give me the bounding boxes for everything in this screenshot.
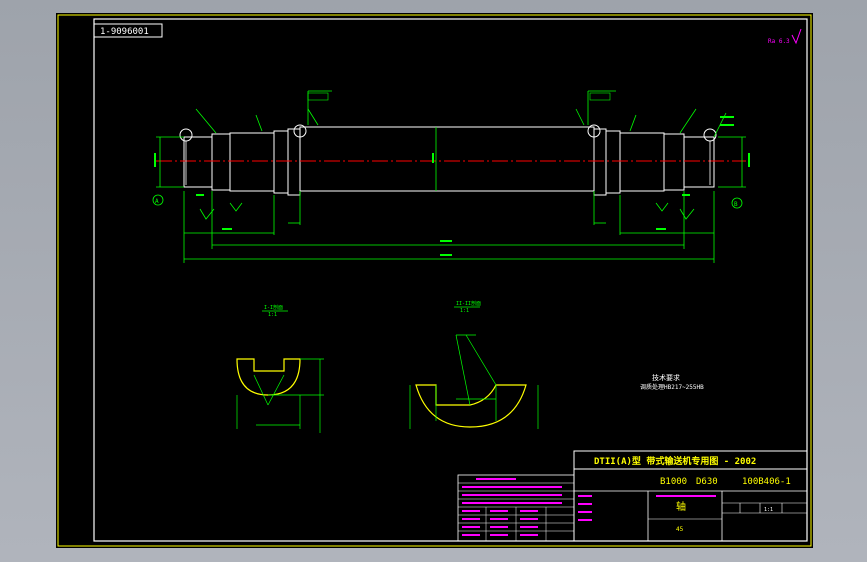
cad-viewport[interactable]: 1-9096001 Ra 6.3 A B I-I剖面 1:1 II-II剖面 1… bbox=[0, 0, 867, 562]
main-dim-marks bbox=[154, 92, 750, 256]
main-dimensions bbox=[156, 90, 746, 263]
drawing-sheet: 1-9096001 Ra 6.3 A B I-I剖面 1:1 II-II剖面 1… bbox=[56, 13, 813, 548]
shaft-main-view bbox=[156, 124, 746, 196]
section-b-scale: 1:1 bbox=[460, 308, 469, 314]
tech-line: 调质处理HB217~255HB bbox=[640, 383, 704, 391]
title-header: DTII(A)型 带式输送机专用图 - 2002 bbox=[594, 455, 756, 467]
code-box-text: 1-9096001 bbox=[100, 27, 149, 37]
section-a-title: I-I剖面 bbox=[264, 304, 283, 311]
drawing-canvas: 1-9096001 Ra 6.3 A B I-I剖面 1:1 II-II剖面 1… bbox=[57, 14, 812, 547]
roughness-symbol bbox=[791, 28, 802, 45]
corner-mark: Ra 6.3 bbox=[768, 38, 790, 45]
section-a-scale: 1:1 bbox=[268, 312, 277, 318]
datum-a-label: A bbox=[155, 198, 159, 205]
tech-title: 技术要求 bbox=[652, 373, 680, 382]
drawing-no: 100B406-1 bbox=[742, 477, 791, 487]
material: 45 bbox=[676, 526, 684, 533]
spec-1: B1000 bbox=[660, 477, 687, 487]
datum-b-label: B bbox=[734, 201, 738, 208]
section-view-a bbox=[236, 358, 324, 433]
scale-value: 1:1 bbox=[764, 507, 773, 513]
section-b-title: II-II剖面 bbox=[456, 300, 481, 307]
spec-2: D630 bbox=[696, 477, 718, 487]
section-view-b bbox=[409, 334, 539, 429]
part-name: 轴 bbox=[676, 500, 686, 513]
